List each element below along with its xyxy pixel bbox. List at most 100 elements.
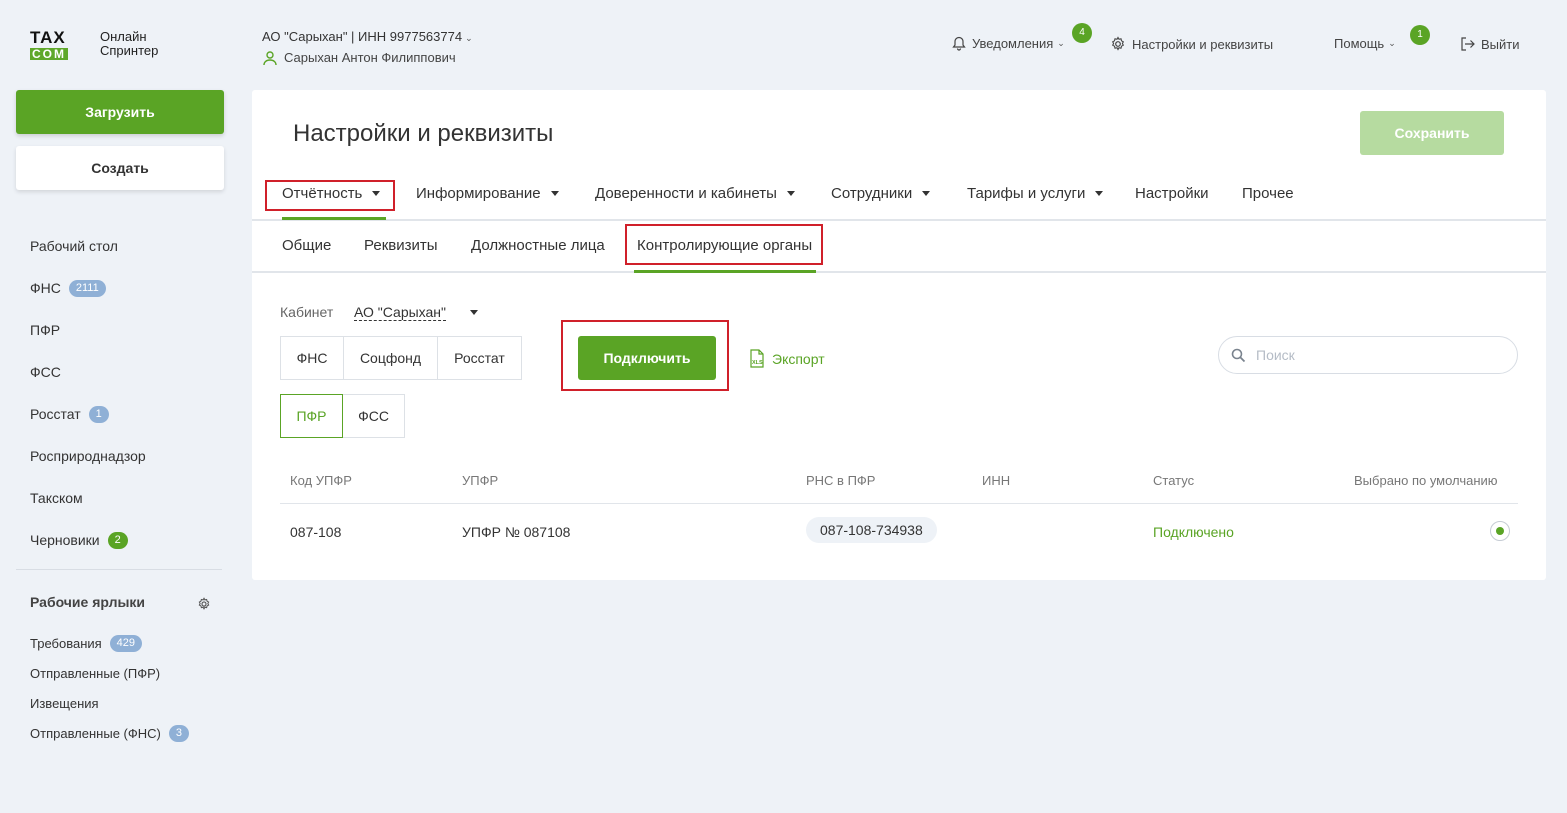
sidebar-item-label: Такском: [30, 490, 83, 506]
filter-pfr[interactable]: ПФР: [280, 394, 343, 438]
chevron-down-icon: ⌄: [465, 33, 473, 43]
notifications-menu[interactable]: Уведомления ⌄: [952, 36, 1065, 51]
subtab-officials[interactable]: Должностные лица: [471, 237, 605, 254]
authority-filter-row2: ПФР ФСС: [280, 394, 405, 438]
gear-icon: [1111, 36, 1125, 51]
main-tabs: Отчётность Информирование Доверенности и…: [252, 179, 1546, 221]
logout-button[interactable]: Выйти: [1460, 36, 1520, 52]
count-badge: 1: [88, 405, 109, 423]
cell-upfr-code: 087-108: [290, 524, 342, 540]
filter-rosstat[interactable]: Росстат: [437, 336, 522, 380]
tab-settings[interactable]: Настройки: [1135, 185, 1209, 202]
tab-proxies[interactable]: Доверенности и кабинеты: [595, 185, 795, 202]
authority-filter-row1: ФНС Соцфонд Росстат: [280, 336, 522, 380]
tab-tariffs[interactable]: Тарифы и услуги: [967, 185, 1104, 202]
logo-line2: Спринтер: [100, 43, 159, 58]
tab-informing[interactable]: Информирование: [416, 185, 559, 202]
tab-employees[interactable]: Сотрудники: [831, 185, 931, 202]
current-user: Сарыхан Антон Филиппович: [262, 48, 473, 68]
cabinet-label: Кабинет: [280, 304, 334, 320]
shortcuts-settings-gear-icon[interactable]: [197, 597, 211, 614]
shortcuts-list: Требования 429 Отправленные (ПФР) Извещен…: [30, 628, 189, 748]
sidebar-divider: [16, 569, 222, 570]
settings-panel: Настройки и реквизиты Сохранить Отчётнос…: [252, 90, 1546, 580]
sidebar-item-fns[interactable]: ФНС 2111: [30, 267, 146, 309]
search-icon: [1231, 348, 1246, 362]
col-header-upfr[interactable]: УПФР: [462, 473, 498, 488]
user-name: Сарыхан Антон Филиппович: [284, 50, 456, 65]
xls-file-icon: XLS: [750, 349, 764, 368]
col-header-default[interactable]: Выбрано по умолчанию: [1354, 473, 1498, 488]
cell-status: Подключено: [1153, 524, 1234, 540]
save-button[interactable]: Сохранить: [1360, 111, 1504, 155]
count-badge: 429: [109, 634, 143, 652]
tab-other[interactable]: Прочее: [1242, 185, 1294, 202]
settings-link[interactable]: Настройки и реквизиты: [1110, 36, 1273, 52]
logo-tax: TAX: [30, 28, 66, 47]
sidebar-nav: Рабочий стол ФНС 2111 ПФР ФСС Росстат 1 Ро…: [30, 225, 146, 561]
sidebar-item-fss[interactable]: ФСС: [30, 351, 146, 393]
subtab-general[interactable]: Общие: [282, 237, 331, 254]
active-subtab-indicator: [634, 270, 816, 273]
table-row[interactable]: 087-108 УПФР № 087108 087-108-734938 Под…: [280, 504, 1518, 560]
create-button[interactable]: Создать: [16, 146, 224, 190]
search-input[interactable]: [1256, 347, 1496, 363]
export-link[interactable]: XLS Экспорт: [748, 349, 825, 368]
search-box[interactable]: [1218, 336, 1518, 374]
bell-icon: [952, 36, 966, 51]
filter-socfond[interactable]: Соцфонд: [343, 336, 438, 380]
logo[interactable]: TAX COM Онлайн Спринтер: [30, 28, 159, 61]
sidebar-item-drafts[interactable]: Черновики 2: [30, 519, 146, 561]
shortcuts-title: Рабочие ярлыки: [30, 594, 146, 610]
col-header-status[interactable]: Статус: [1153, 473, 1194, 488]
caret-down-icon: [786, 191, 795, 196]
tab-label: Сотрудники: [831, 185, 913, 202]
org-selector[interactable]: АО "Сарыхан" | ИНН 9977563774 ⌄ Сарыхан А…: [262, 27, 473, 68]
caret-down-icon: [1095, 191, 1104, 196]
table-header: Код УПФР УПФР РНС в ПФР ИНН Статус Выбра…: [280, 464, 1518, 504]
sidebar-item-taxcom[interactable]: Такском: [30, 477, 146, 519]
col-header-upfr-code[interactable]: Код УПФР: [290, 473, 352, 488]
sidebar-item-label: ПФР: [30, 322, 61, 338]
shortcut-notices[interactable]: Извещения: [30, 688, 189, 718]
logout-icon: [1461, 37, 1475, 51]
taxcom-logo-mark: TAX COM: [30, 28, 94, 61]
help-menu[interactable]: Помощь ⌄: [1334, 36, 1396, 51]
sidebar-item-label: Черновики: [30, 532, 100, 548]
sidebar-item-label: Рабочий стол: [30, 238, 118, 254]
page-title: Настройки и реквизиты: [293, 120, 554, 147]
sidebar-item-desktop[interactable]: Рабочий стол: [30, 225, 146, 267]
count-badge: 3: [168, 724, 189, 742]
tab-label: Доверенности и кабинеты: [595, 185, 777, 202]
filter-fns[interactable]: ФНС: [280, 336, 344, 380]
subtab-requisites[interactable]: Реквизиты: [364, 237, 438, 254]
filter-fss[interactable]: ФСС: [342, 394, 405, 438]
chevron-down-icon: ⌄: [1388, 38, 1396, 48]
sub-tabs: Общие Реквизиты Должностные лица Контрол…: [252, 221, 1546, 273]
shortcut-sent-pfr[interactable]: Отправленные (ПФР): [30, 658, 189, 688]
settings-label: Настройки и реквизиты: [1132, 36, 1274, 52]
chevron-down-icon: ⌄: [1057, 38, 1065, 48]
logout-label: Выйти: [1481, 36, 1520, 52]
cell-rns: 087-108-734938: [806, 517, 937, 543]
col-header-inn[interactable]: ИНН: [982, 473, 1010, 488]
help-count-badge: 1: [1410, 25, 1430, 45]
sidebar-item-label: Росстат: [30, 406, 81, 422]
shortcut-requirements[interactable]: Требования 429: [30, 628, 189, 658]
notifications-count-badge: 4: [1072, 23, 1092, 43]
logo-com: COM: [30, 47, 68, 61]
sidebar-item-rosstat[interactable]: Росстат 1: [30, 393, 146, 435]
sidebar-item-pfr[interactable]: ПФР: [30, 309, 146, 351]
cabinet-select[interactable]: АО "Сарыхан": [354, 304, 447, 321]
export-label: Экспорт: [772, 350, 825, 367]
upload-button[interactable]: Загрузить: [16, 90, 224, 134]
org-name[interactable]: АО "Сарыхан" | ИНН 9977563774: [262, 29, 462, 44]
sidebar-item-rosprirodnadzor[interactable]: Росприроднадзор: [30, 435, 146, 477]
count-badge: 2: [107, 531, 128, 549]
active-tab-indicator: [282, 217, 386, 220]
shortcut-sent-fns[interactable]: Отправленные (ФНС) 3: [30, 718, 189, 748]
caret-down-icon[interactable]: [470, 310, 478, 315]
default-radio[interactable]: [1490, 521, 1510, 541]
help-label: Помощь: [1334, 36, 1385, 51]
col-header-rns[interactable]: РНС в ПФР: [806, 473, 875, 488]
